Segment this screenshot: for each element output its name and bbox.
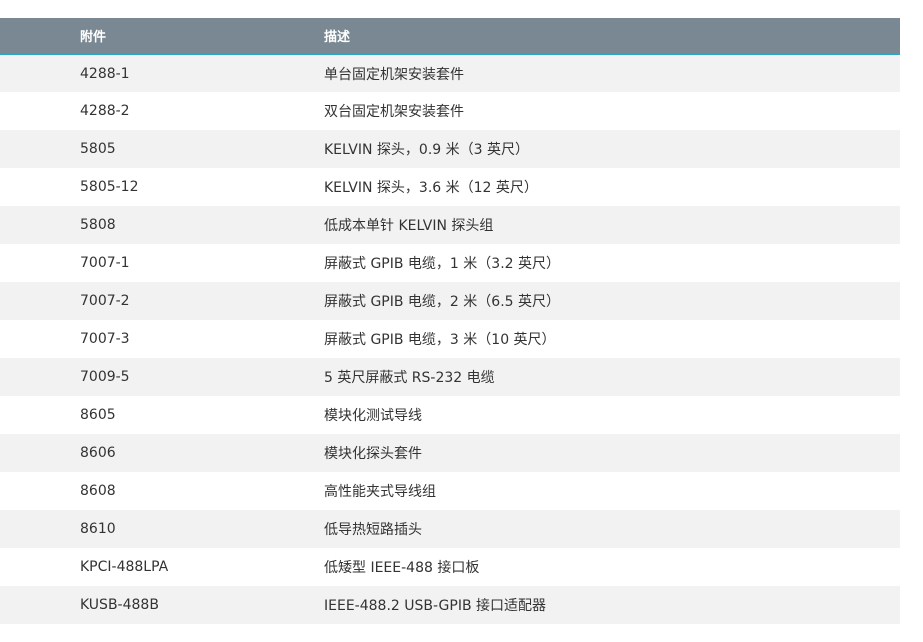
table-row: 4288-1 单台固定机架安装套件 — [0, 54, 900, 92]
table-row: 5808 低成本单针 KELVIN 探头组 — [0, 206, 900, 244]
cell-model: 7007-1 — [80, 255, 130, 271]
accessories-table-container: 附件 描述 4288-1 单台固定机架安装套件 4288-2 双台固定机架安装套件 … — [0, 18, 900, 624]
cell-model: KPCI-488LPA — [80, 559, 169, 575]
cell-description: 模块化探头套件 — [324, 446, 422, 462]
cell-description: 低导热短路插头 — [324, 522, 422, 538]
table-row: 7007-2 屏蔽式 GPIB 电缆，2 米（6.5 英尺） — [0, 282, 900, 320]
accessories-table: 附件 描述 4288-1 单台固定机架安装套件 4288-2 双台固定机架安装套件 … — [0, 18, 900, 624]
table-header: 附件 描述 — [0, 18, 900, 54]
header-description: 描述 — [324, 30, 351, 45]
cell-description: KELVIN 探头，3.6 米（12 英尺） — [324, 180, 538, 196]
table-row: 7007-1 屏蔽式 GPIB 电缆，1 米（3.2 英尺） — [0, 244, 900, 282]
table-body: 4288-1 单台固定机架安装套件 4288-2 双台固定机架安装套件 5805 KE… — [0, 54, 900, 624]
cell-model: 4288-2 — [80, 103, 130, 119]
cell-description: 屏蔽式 GPIB 电缆，1 米（3.2 英尺） — [324, 256, 560, 272]
cell-description: 单台固定机架安装套件 — [324, 66, 464, 83]
cell-model: KUSB-488B — [80, 597, 159, 613]
table-row: 7007-3 屏蔽式 GPIB 电缆，3 米（10 英尺） — [0, 320, 900, 358]
cell-description: 双台固定机架安装套件 — [324, 104, 464, 120]
cell-model: 7007-2 — [80, 293, 130, 309]
cell-description: 5 英尺屏蔽式 RS-232 电缆 — [324, 370, 495, 386]
table-header-row: 附件 描述 — [0, 18, 900, 54]
table-row: 8610 低导热短路插头 — [0, 510, 900, 548]
cell-model: 8605 — [80, 407, 116, 423]
cell-model: 5805-12 — [80, 179, 139, 195]
cell-model: 5808 — [80, 217, 116, 233]
table-row: 7009-5 5 英尺屏蔽式 RS-232 电缆 — [0, 358, 900, 396]
cell-model: 8610 — [80, 521, 116, 537]
table-row: KUSB-488B IEEE-488.2 USB-GPIB 接口适配器 — [0, 586, 900, 624]
table-row: 8605 模块化测试导线 — [0, 396, 900, 434]
cell-model: 7009-5 — [80, 369, 130, 385]
cell-description: 模块化测试导线 — [324, 408, 422, 424]
cell-model: 8606 — [80, 445, 116, 461]
cell-description: KELVIN 探头，0.9 米（3 英尺） — [324, 142, 529, 158]
table-row: 5805-12 KELVIN 探头，3.6 米（12 英尺） — [0, 168, 900, 206]
cell-description: 低成本单针 KELVIN 探头组 — [324, 218, 494, 234]
cell-description: 低矮型 IEEE-488 接口板 — [324, 560, 480, 576]
table-row: KPCI-488LPA 低矮型 IEEE-488 接口板 — [0, 548, 900, 586]
cell-description: 屏蔽式 GPIB 电缆，3 米（10 英尺） — [324, 332, 556, 348]
cell-description: 屏蔽式 GPIB 电缆，2 米（6.5 英尺） — [324, 294, 560, 310]
cell-description: 高性能夹式导线组 — [324, 484, 436, 500]
table-row: 4288-2 双台固定机架安装套件 — [0, 92, 900, 130]
cell-model: 8608 — [80, 483, 116, 499]
cell-model: 7007-3 — [80, 331, 130, 347]
table-row: 5805 KELVIN 探头，0.9 米（3 英尺） — [0, 130, 900, 168]
table-row: 8608 高性能夹式导线组 — [0, 472, 900, 510]
cell-description: IEEE-488.2 USB-GPIB 接口适配器 — [324, 598, 547, 614]
table-row: 8606 模块化探头套件 — [0, 434, 900, 472]
cell-model: 4288-1 — [80, 65, 130, 82]
header-accessory: 附件 — [80, 30, 107, 45]
cell-model: 5805 — [80, 141, 116, 157]
